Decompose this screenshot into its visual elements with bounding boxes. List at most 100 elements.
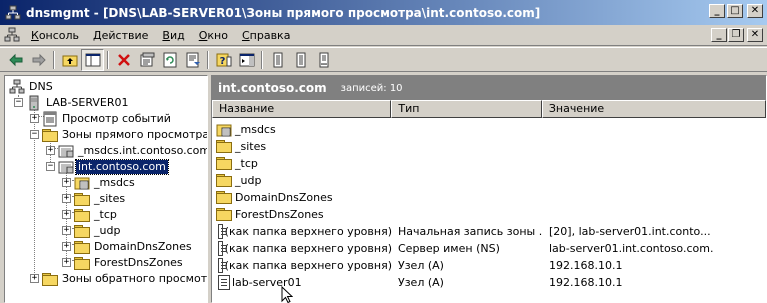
- minimize-button[interactable]: _: [709, 4, 725, 18]
- record-name: (как папка верхнего уровня): [224, 259, 392, 272]
- column-header-type[interactable]: Тип: [391, 100, 542, 118]
- list-item[interactable]: DomainDnsZones: [212, 189, 766, 206]
- list-item[interactable]: lab-server01 Узел (A) 192.168.10.1: [212, 274, 766, 291]
- tree-item-event-viewer[interactable]: Просмотр событий: [42, 111, 173, 127]
- console-tree[interactable]: DNS − LAB-SERVER01 + Просмотр событий − …: [4, 75, 208, 303]
- msdcs-folder-icon: [74, 177, 90, 190]
- record-value: 192.168.10.1: [549, 276, 623, 289]
- tree-item-sites[interactable]: _sites: [74, 191, 127, 207]
- export-list-button[interactable]: [181, 49, 204, 71]
- toolbar-separator: [261, 50, 263, 69]
- up-one-level-button[interactable]: [58, 49, 81, 71]
- tree-item-forestdnszones[interactable]: ForestDnsZones: [74, 255, 185, 271]
- console-icon[interactable]: [4, 27, 20, 43]
- list-item[interactable]: ForestDnsZones: [212, 206, 766, 223]
- other-records-button[interactable]: [312, 49, 335, 71]
- child-close-button[interactable]: ✕: [747, 28, 763, 42]
- folder-icon: [216, 208, 232, 221]
- tree-item-dns[interactable]: DNS: [9, 79, 55, 95]
- expand-toggle[interactable]: −: [30, 130, 39, 139]
- back-icon: [8, 53, 22, 66]
- list-item[interactable]: (как папка верхнего уровня) Начальная зап…: [212, 223, 766, 240]
- mouse-cursor-icon: [281, 286, 293, 303]
- tree-item-msdcs-zone[interactable]: _msdcs.int.contoso.com: [58, 143, 207, 159]
- back-button[interactable]: [4, 49, 27, 71]
- folder-icon: [74, 192, 90, 206]
- help-button[interactable]: ?: [212, 49, 235, 71]
- minimize-icon: _: [716, 29, 722, 40]
- server-icon: [29, 95, 39, 111]
- record-value: lab-server01.int.contoso.com.: [549, 242, 714, 255]
- folder-icon: [74, 208, 90, 222]
- tree-item-tcp[interactable]: _tcp: [74, 207, 119, 223]
- maximize-button[interactable]: □: [727, 4, 743, 18]
- folder-icon: [216, 140, 232, 153]
- menu-help[interactable]: Справка: [235, 26, 297, 45]
- expand-toggle[interactable]: +: [30, 114, 39, 123]
- child-restore-button[interactable]: ❐: [728, 28, 744, 42]
- properties-icon: [140, 52, 154, 66]
- refresh-button[interactable]: [158, 49, 181, 71]
- list-item[interactable]: _udp: [212, 172, 766, 189]
- list-item[interactable]: (как папка верхнего уровня) Сервер имен (…: [212, 240, 766, 257]
- zone-icon: [58, 161, 74, 174]
- expand-toggle[interactable]: +: [62, 194, 71, 203]
- help-icon: ?: [216, 53, 231, 67]
- details-header: int.contoso.com записей: 10: [212, 76, 766, 100]
- event-viewer-icon: [43, 111, 57, 127]
- list-item[interactable]: _msdcs: [212, 121, 766, 138]
- title-bar[interactable]: dnsmgmt - [DNS\LAB-SERVER01\Зоны прямого…: [0, 0, 767, 25]
- menu-action[interactable]: Действие: [86, 26, 155, 45]
- menu-window[interactable]: Окно: [192, 26, 235, 45]
- delete-button[interactable]: [112, 49, 135, 71]
- expand-toggle[interactable]: +: [62, 242, 71, 251]
- toolbar: ?: [0, 47, 767, 72]
- dns-app-icon[interactable]: [5, 5, 21, 21]
- expand-toggle[interactable]: −: [14, 98, 23, 107]
- show-action-pane-button[interactable]: [235, 49, 258, 71]
- menu-console[interactable]: Консоль: [24, 26, 86, 45]
- forward-button[interactable]: [27, 49, 50, 71]
- tree-item-label: Зоны обратного просмотра: [62, 272, 208, 285]
- list-item[interactable]: (как папка верхнего уровня) Узел (A) 192.1…: [212, 257, 766, 274]
- expand-toggle[interactable]: +: [46, 146, 55, 155]
- tree-item-forward-zones[interactable]: Зоны прямого просмотра: [42, 127, 207, 143]
- record-name: ForestDnsZones: [235, 208, 324, 221]
- record-icon: [218, 224, 227, 239]
- list-item[interactable]: _tcp: [212, 155, 766, 172]
- expand-toggle[interactable]: +: [62, 226, 71, 235]
- up-folder-icon: [62, 55, 77, 66]
- column-header-value[interactable]: Значение: [541, 100, 766, 118]
- record-name: (как папка верхнего уровня): [224, 242, 392, 255]
- expand-toggle[interactable]: +: [62, 210, 71, 219]
- ellipsis-icon: [319, 52, 328, 67]
- menu-view[interactable]: Вид: [155, 26, 191, 45]
- column-header-name[interactable]: Название: [212, 100, 392, 118]
- record-type: Узел (A): [398, 259, 444, 272]
- show-hide-tree-button[interactable]: [81, 48, 104, 71]
- tree-item-reverse-zones[interactable]: Зоны обратного просмотра: [42, 271, 208, 287]
- expand-toggle[interactable]: +: [30, 274, 39, 283]
- child-minimize-button[interactable]: _: [711, 28, 727, 42]
- close-icon: ✕: [750, 29, 760, 40]
- tree-item-zone-selected[interactable]: int.contoso.com: [58, 159, 169, 175]
- expand-toggle[interactable]: +: [62, 258, 71, 267]
- folder-icon: [42, 272, 58, 286]
- svg-text:?: ?: [219, 56, 225, 67]
- folder-icon: [216, 174, 232, 187]
- expand-toggle[interactable]: −: [46, 162, 55, 171]
- tree-item-domaindnszones[interactable]: DomainDnsZones: [74, 239, 194, 255]
- tree-item-label: Просмотр событий: [62, 112, 171, 125]
- tree-item-label: ForestDnsZones: [94, 256, 183, 269]
- properties-button[interactable]: [135, 49, 158, 71]
- folder-icon: [42, 128, 58, 142]
- tree-item-server[interactable]: LAB-SERVER01: [26, 95, 131, 111]
- record-type-button[interactable]: [289, 49, 312, 71]
- new-record-button[interactable]: [266, 49, 289, 71]
- expand-toggle[interactable]: +: [62, 178, 71, 187]
- tree-item-msdcs[interactable]: _msdcs: [74, 175, 137, 191]
- record-icon: [218, 241, 227, 256]
- list-item[interactable]: _sites: [212, 138, 766, 155]
- tree-item-udp[interactable]: _udp: [74, 223, 122, 239]
- close-button[interactable]: ✕: [747, 4, 763, 18]
